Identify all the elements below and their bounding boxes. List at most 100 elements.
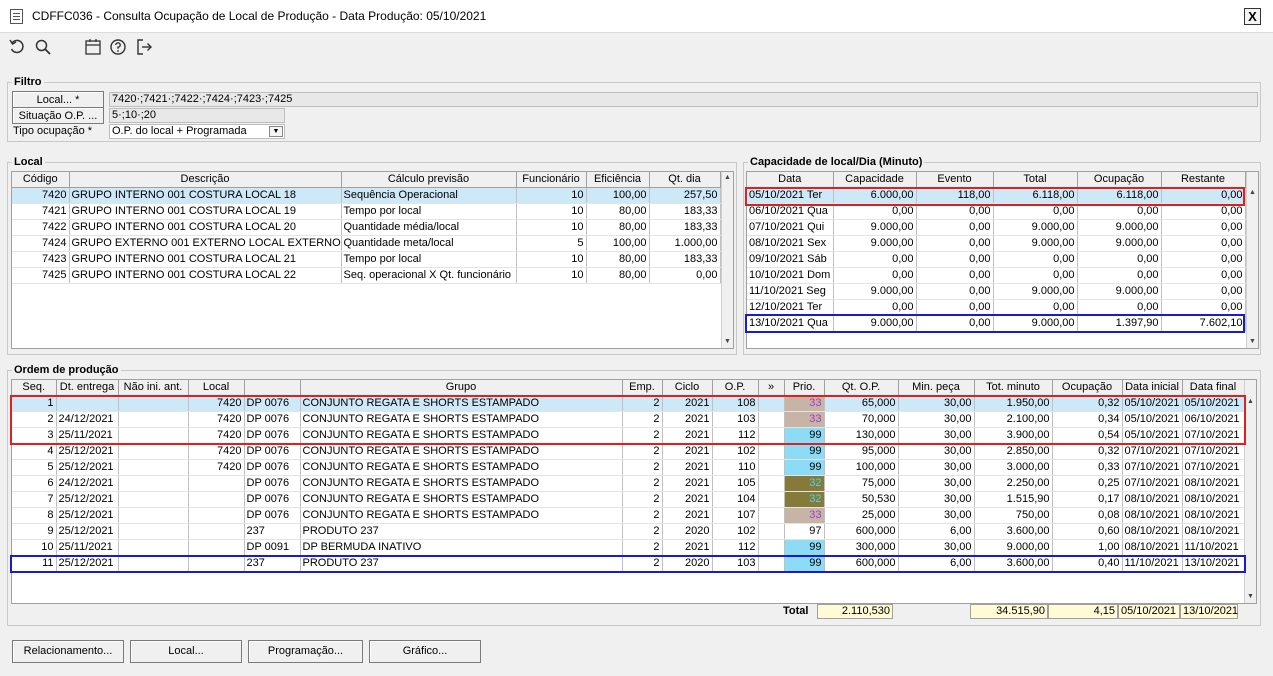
local-table-scrollbar[interactable]: ▲ ▼ xyxy=(721,172,733,348)
ordem-cell: 25,000 xyxy=(824,507,899,524)
ordem-column-header[interactable]: Seq. xyxy=(12,380,57,396)
scroll-up-icon[interactable]: ▲ xyxy=(722,172,733,184)
ordem-cell: 11/10/2021 xyxy=(1122,555,1183,572)
capacidade-row[interactable]: 05/10/2021 Ter 6.000,00 118,00 6.118,00 6.11… xyxy=(747,187,1246,204)
local-filter-field[interactable]: 7420·;7421·;7422·;7424·;7423·;7425 xyxy=(109,92,1258,107)
capacidade-column-header[interactable]: Total xyxy=(993,172,1078,188)
local-column-header[interactable]: Código xyxy=(12,172,70,188)
ordem-row[interactable]: 8 25/12/2021 DP 0076 CONJUNTO REGATA E SHOR… xyxy=(12,507,1245,524)
calendar-icon[interactable] xyxy=(84,38,102,56)
capacidade-column-header[interactable]: Data xyxy=(747,172,834,188)
ordem-cell: 3 xyxy=(12,427,57,444)
ordem-cell: 30,00 xyxy=(898,507,975,524)
local-row[interactable]: 7421 GRUPO INTERNO 001 COSTURA LOCAL 19 Te… xyxy=(12,203,721,220)
scroll-up-icon[interactable]: ▲ xyxy=(1245,396,1256,408)
ordem-column-header[interactable]: Data final xyxy=(1182,380,1245,396)
ordem-row[interactable]: 3 25/11/2021 7420 DP 0076 CONJUNTO REGATA E … xyxy=(12,427,1245,444)
total-qt-op: 2.110,530 xyxy=(817,604,893,619)
local-column-header[interactable]: Cálculo previsão xyxy=(341,172,517,188)
capacidade-row[interactable]: 12/10/2021 Ter 0,00 0,00 0,00 0,00 0,00 xyxy=(747,299,1246,316)
scroll-up-icon[interactable]: ▲ xyxy=(1247,187,1258,199)
local-row[interactable]: 7423 GRUPO INTERNO 001 COSTURA LOCAL 21 Te… xyxy=(12,251,721,268)
scroll-down-icon[interactable]: ▼ xyxy=(722,336,733,348)
exit-icon[interactable] xyxy=(135,38,153,56)
ordem-row[interactable]: 2 24/12/2021 7420 DP 0076 CONJUNTO REGATA E … xyxy=(12,411,1245,428)
local-filter-button[interactable]: Local... * xyxy=(12,91,104,108)
capacidade-row[interactable]: 11/10/2021 Seg 9.000,00 0,00 9.000,00 9.000,… xyxy=(747,283,1246,300)
capacidade-row[interactable]: 08/10/2021 Sex 9.000,00 0,00 9.000,00 9.000,… xyxy=(747,235,1246,252)
grafico-button[interactable]: Gráfico... xyxy=(369,640,481,663)
ordem-cell xyxy=(118,555,189,572)
ordem-row[interactable]: 4 25/12/2021 7420 DP 0076 CONJUNTO REGATA E … xyxy=(12,443,1245,460)
ordem-cell: 65,000 xyxy=(824,395,899,412)
ordem-cell: 99 xyxy=(784,443,825,460)
local-row[interactable]: 7422 GRUPO INTERNO 001 COSTURA LOCAL 20 Qu… xyxy=(12,219,721,236)
ordem-column-header[interactable]: Ciclo xyxy=(662,380,713,396)
local-column-header[interactable]: Eficiência xyxy=(586,172,650,188)
ordem-row[interactable]: 10 25/11/2021 DP 0091 DP BERMUDA INATIVO 2 20… xyxy=(12,539,1245,556)
local-row[interactable]: 7424 GRUPO EXTERNO 001 EXTERNO LOCAL EXTE… xyxy=(12,235,721,252)
ordem-column-header[interactable]: Emp. xyxy=(622,380,663,396)
capacidade-cell: 0,00 xyxy=(1161,187,1246,204)
ordem-cell: DP 0076 xyxy=(244,491,301,508)
capacidade-column-header[interactable]: Evento xyxy=(916,172,994,188)
tipo-ocupacao-select[interactable]: O.P. do local + Programada ▼ xyxy=(109,124,285,139)
ordem-table-scrollbar[interactable]: ▲ ▼ xyxy=(1244,380,1256,603)
ordem-column-header[interactable]: Prio. xyxy=(784,380,825,396)
ordem-column-header[interactable]: » xyxy=(758,380,785,396)
ordem-row[interactable]: 9 25/12/2021 237 PRODUTO 237 2 2020 102 97 600,0… xyxy=(12,523,1245,540)
ordem-cell xyxy=(188,539,245,556)
ordem-column-header[interactable]: Ocupação xyxy=(1052,380,1123,396)
ordem-row[interactable]: 7 25/12/2021 DP 0076 CONJUNTO REGATA E SHOR… xyxy=(12,491,1245,508)
local-row[interactable]: 7420 GRUPO INTERNO 001 COSTURA LOCAL 18 Se… xyxy=(12,187,721,204)
capacidade-row[interactable]: 13/10/2021 Qua 9.000,00 0,00 9.000,00 1.397,… xyxy=(747,315,1246,332)
capacidade-cell: 09/10/2021 Sáb xyxy=(747,251,834,268)
ordem-row[interactable]: 1 7420 DP 0076 CONJUNTO REGATA E SHORTS EST… xyxy=(12,395,1245,412)
ordem-column-header[interactable]: O.P. xyxy=(712,380,759,396)
local-row[interactable]: 7425 GRUPO INTERNO 001 COSTURA LOCAL 22 Se… xyxy=(12,267,721,284)
ordem-column-header[interactable]: Local xyxy=(188,380,245,396)
programacao-button[interactable]: Programação... xyxy=(248,640,363,663)
ordem-column-header[interactable]: Dt. entrega xyxy=(56,380,119,396)
situacao-op-button[interactable]: Situação O.P. ... xyxy=(12,107,104,124)
local-column-header[interactable]: Descrição xyxy=(69,172,342,188)
capacidade-row[interactable]: 07/10/2021 Qui 9.000,00 0,00 9.000,00 9.000,… xyxy=(747,219,1246,236)
ordem-column-header[interactable]: Tot. minuto xyxy=(974,380,1053,396)
local-button[interactable]: Local... xyxy=(130,640,242,663)
capacidade-row[interactable]: 10/10/2021 Dom 0,00 0,00 0,00 0,00 0,00 xyxy=(747,267,1246,284)
ordem-column-header[interactable]: Min. peça xyxy=(898,380,975,396)
capacidade-cell: 6.118,00 xyxy=(993,187,1078,204)
relacionamento-button[interactable]: Relacionamento... xyxy=(12,640,124,663)
ordem-column-header[interactable]: Grupo xyxy=(300,380,623,396)
scroll-down-icon[interactable]: ▼ xyxy=(1245,591,1256,603)
ordem-column-header[interactable]: Qt. O.P. xyxy=(824,380,899,396)
chevron-down-icon[interactable]: ▼ xyxy=(269,126,283,137)
situacao-op-field[interactable]: 5·;10·;20 xyxy=(109,108,285,123)
ordem-cell: 2 xyxy=(12,411,57,428)
help-icon[interactable] xyxy=(109,38,127,56)
scroll-down-icon[interactable]: ▼ xyxy=(1247,336,1258,348)
close-button[interactable]: X xyxy=(1244,8,1261,25)
ordem-column-header[interactable]: Data inicial xyxy=(1122,380,1183,396)
ordem-column-header[interactable] xyxy=(244,380,301,396)
ordem-row[interactable]: 11 25/12/2021 237 PRODUTO 237 2 2020 103 99 600,… xyxy=(12,555,1245,572)
ordem-row[interactable]: 5 25/12/2021 7420 DP 0076 CONJUNTO REGATA E … xyxy=(12,459,1245,476)
ordem-cell: 08/10/2021 xyxy=(1122,491,1183,508)
local-column-header[interactable]: Qt. dia xyxy=(649,172,721,188)
capacidade-column-header[interactable]: Capacidade xyxy=(833,172,917,188)
ordem-column-header[interactable]: Não ini. ant. xyxy=(118,380,189,396)
capacidade-table-scrollbar[interactable]: ▲ ▼ xyxy=(1246,172,1258,348)
capacidade-column-header[interactable]: Restante xyxy=(1161,172,1246,188)
ordem-cell: CONJUNTO REGATA E SHORTS ESTAMPADO xyxy=(300,491,623,508)
undo-icon[interactable] xyxy=(8,38,26,56)
capacidade-row[interactable]: 06/10/2021 Qua 0,00 0,00 0,00 0,00 0,00 xyxy=(747,203,1246,220)
ordem-cell: DP 0076 xyxy=(244,507,301,524)
ordem-cell: PRODUTO 237 xyxy=(300,523,623,540)
capacidade-cell: 6.000,00 xyxy=(833,187,917,204)
ordem-row[interactable]: 6 24/12/2021 DP 0076 CONJUNTO REGATA E SHOR… xyxy=(12,475,1245,492)
capacidade-row[interactable]: 09/10/2021 Sáb 0,00 0,00 0,00 0,00 0,00 xyxy=(747,251,1246,268)
search-icon[interactable] xyxy=(34,38,52,56)
capacidade-cell: 0,00 xyxy=(1161,203,1246,220)
local-column-header[interactable]: Funcionário xyxy=(516,172,587,188)
capacidade-column-header[interactable]: Ocupação xyxy=(1077,172,1162,188)
